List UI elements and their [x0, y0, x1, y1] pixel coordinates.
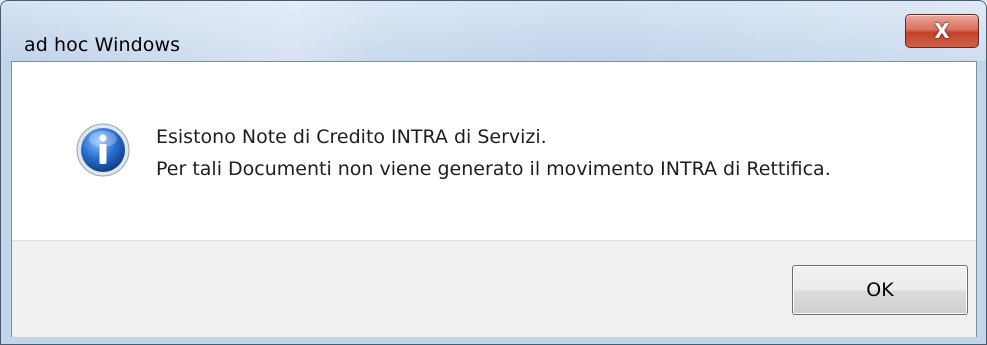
- message-box-window: ad hoc Windows X Esistono Note di Credit…: [0, 0, 987, 345]
- message-line-2: Per tali Documenti non viene generato il…: [156, 158, 831, 180]
- info-icon: [76, 123, 130, 177]
- title-bar[interactable]: ad hoc Windows X: [1, 1, 986, 61]
- close-icon: X: [934, 19, 950, 43]
- close-button[interactable]: X: [905, 14, 979, 48]
- ok-button[interactable]: OK: [792, 265, 968, 315]
- button-area: OK: [12, 240, 976, 337]
- dialog-body: Esistono Note di Credito INTRA di Serviz…: [11, 61, 977, 337]
- message-area: Esistono Note di Credito INTRA di Serviz…: [12, 62, 976, 240]
- message-line-1: Esistono Note di Credito INTRA di Serviz…: [156, 126, 547, 148]
- window-title: ad hoc Windows: [24, 34, 181, 56]
